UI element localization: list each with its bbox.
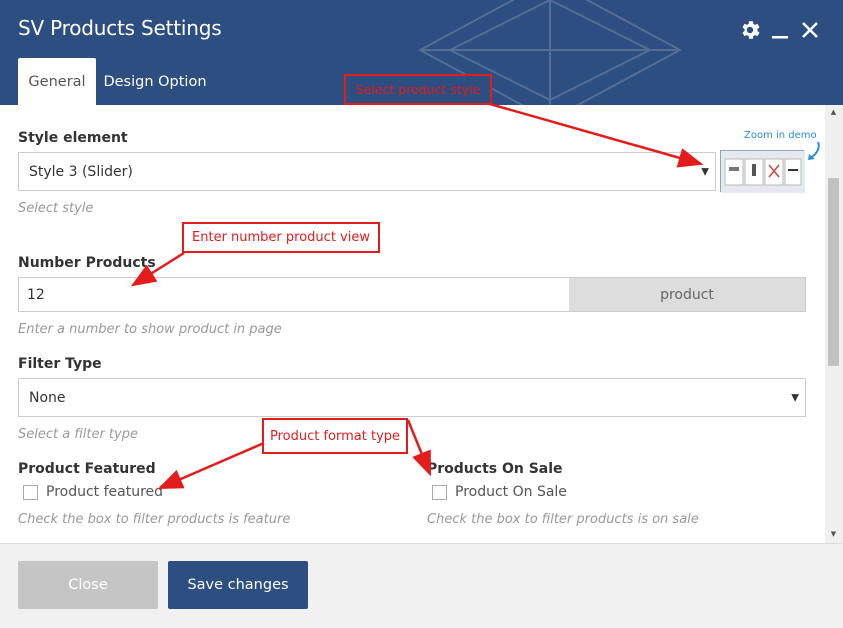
filter-type-select[interactable]: None ▼ [18,378,806,417]
scroll-down-icon[interactable]: ▼ [828,530,839,538]
modal-title: SV Products Settings [18,16,222,40]
product-featured-checkbox-row[interactable]: Product featured [23,484,163,500]
close-button[interactable]: Close [18,561,158,609]
filter-type-value: None [29,389,66,406]
scroll-up-icon[interactable]: ▲ [828,108,839,116]
chevron-down-icon: ▼ [791,392,799,403]
save-changes-button[interactable]: Save changes [168,561,308,609]
number-products-hint: Enter a number to show product in page [18,322,282,337]
style-preview-thumbnail[interactable] [720,150,805,193]
products-on-sale-checkbox[interactable] [432,484,447,500]
number-products-addon: product [569,277,806,312]
products-on-sale-checkbox-row[interactable]: Product On Sale [432,484,567,500]
style-element-select[interactable]: Style 3 (Slider) ▼ [18,152,716,191]
annotation-format-type: Product format type [262,418,408,454]
number-products-label: Number Products [18,255,156,271]
style-element-hint: Select style [18,201,94,216]
scrollbar-thumb[interactable] [828,178,839,366]
filter-type-hint: Select a filter type [18,427,138,442]
close-icon[interactable] [800,18,820,42]
product-featured-hint: Check the box to filter products is feat… [18,512,291,527]
style-element-value: Style 3 (Slider) [29,163,133,180]
product-featured-checkbox[interactable] [23,484,38,500]
gear-icon[interactable] [738,18,762,42]
tab-design-option[interactable]: Design Option [96,58,214,105]
preview-image [721,151,805,193]
tab-general[interactable]: General [18,58,96,105]
product-featured-checkbox-label: Product featured [46,484,164,500]
number-products-input[interactable]: 12 [18,277,570,312]
chevron-down-icon: ▼ [701,166,709,177]
arrow-to-featured-checkbox [157,441,265,490]
products-on-sale-hint: Check the box to filter products is on s… [427,512,699,527]
annotation-select-style: Select product style [344,74,492,105]
product-featured-label: Product Featured [18,461,156,477]
minimize-icon[interactable] [770,18,790,42]
filter-type-label: Filter Type [18,356,102,372]
products-on-sale-label: Products On Sale [427,461,563,477]
curved-arrow-icon [808,141,820,160]
style-element-label: Style element [18,130,128,146]
products-on-sale-checkbox-label: Product On Sale [455,484,567,500]
annotation-number-view: Enter number product view [182,222,380,253]
